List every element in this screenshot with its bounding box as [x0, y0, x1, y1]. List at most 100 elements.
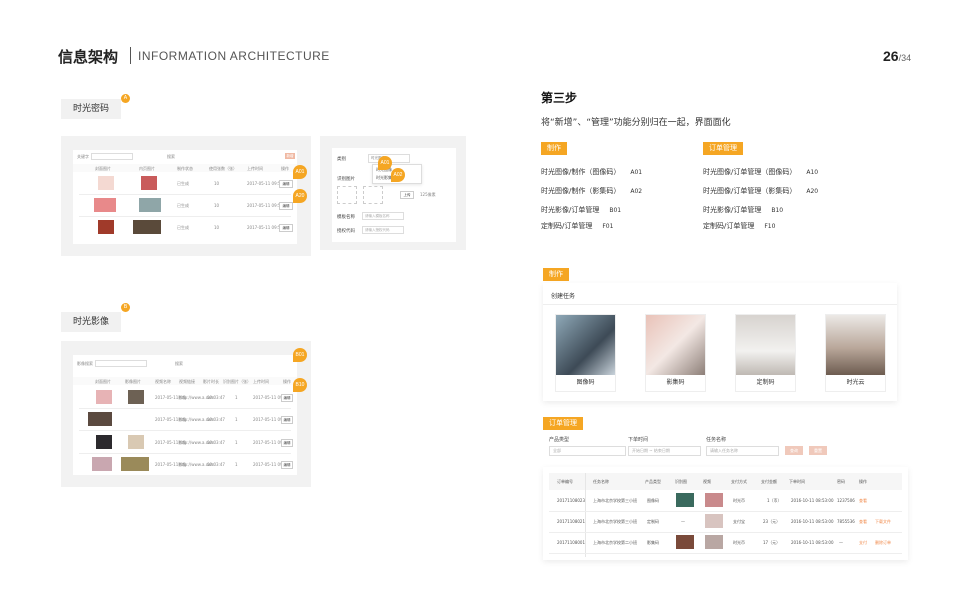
time-image-panel: 影像搜索 搜索 封面图片 影像图片 视频名称 视频链接 影片时长 识别图片（张）…: [61, 341, 311, 487]
create-album-code-option[interactable]: 影集码: [645, 314, 706, 392]
order-filter-bar: 产品类型 全部 下单时间 开始日期 ~ 结束日期 任务名称 请输入任务名称 查询…: [543, 432, 897, 458]
upload-button[interactable]: 上传: [400, 191, 414, 199]
pay-link[interactable]: 支付: [859, 540, 867, 546]
image-thumb: [121, 457, 149, 471]
dropdown-option[interactable]: 时光影集: [376, 175, 392, 181]
step-title: 第三步: [541, 91, 578, 105]
tag-order-manage: 订单管理: [703, 142, 743, 155]
search-button[interactable]: 搜索: [175, 361, 183, 367]
cover-thumb: [98, 176, 114, 190]
custom-code-illustration: [736, 315, 795, 375]
marker-a20: A20: [293, 189, 307, 203]
page-title: 信息架构: [58, 48, 119, 66]
cover-thumb: [96, 390, 112, 404]
step-description: 将“新增”、“管理”功能分别归在一起，界面面化: [541, 118, 731, 128]
tag-order-manage: 订单管理: [543, 417, 583, 430]
edit-button[interactable]: 编辑: [281, 461, 293, 469]
mapping-item: 时光图像/订单管理（影集码） A20: [703, 187, 819, 195]
edit-button[interactable]: 编辑: [281, 394, 293, 402]
recognition-thumb: [676, 535, 694, 549]
marker-a02: A02: [391, 168, 405, 182]
edit-button[interactable]: 编辑: [279, 224, 293, 232]
inner-thumb: [133, 220, 161, 234]
edit-button[interactable]: 编辑: [279, 180, 293, 188]
mapping-item: 定制码/订单管理 F10: [703, 222, 776, 230]
cover-thumb: [88, 412, 112, 426]
section-marker-a: A: [121, 94, 130, 103]
mapping-item: 时光影像/订单管理 B01: [541, 206, 622, 214]
cover-thumb: [96, 435, 112, 449]
reset-button[interactable]: 重置: [809, 446, 827, 455]
section-marker-b: B: [121, 303, 130, 312]
filter-label: 产品类型: [549, 437, 570, 443]
table-row: 20171108001 上海市北京学校第二小班 影集码 时光币 17（元） 20…: [549, 532, 902, 554]
option-label: 定制码: [756, 379, 775, 386]
tag-make: 制作: [543, 268, 569, 281]
video-thumb: [705, 493, 723, 507]
table-header: 订单编号 任务名称 产品类型 识别图 视频 支付方式 支付金额 下单时间 密码 …: [549, 473, 902, 490]
table-row: 20171108021 上海市北京学校第三小班 定制码 — 支付宝 23（元） …: [549, 511, 902, 533]
option-label: 影集码: [666, 379, 685, 386]
edit-button[interactable]: 编辑: [279, 202, 293, 210]
mapping-item: 时光图像/制作（影集码） A02: [541, 187, 643, 195]
auth-code-input[interactable]: 请输入授权代码: [362, 226, 404, 234]
divider: [543, 304, 897, 305]
create-form-card: 类别 时光图像 时光图像 时光影集 识别图片 上传 125像素 模板名称 请输入…: [332, 148, 456, 242]
search-input[interactable]: [91, 153, 133, 160]
create-image-code-option[interactable]: 图像码: [555, 314, 616, 392]
time-cloud-illustration: [826, 315, 885, 375]
create-form-panel: 类别 时光图像 时光图像 时光影集 识别图片 上传 125像素 模板名称 请输入…: [320, 136, 466, 250]
download-file-link[interactable]: 下载文件: [875, 519, 891, 525]
search-input[interactable]: [95, 360, 147, 367]
search-button[interactable]: 查询: [785, 446, 803, 455]
table-header: 封面图片 内页图片 制作状态 使用张数（张） 上传时间 操作: [73, 164, 297, 172]
filter-label: 任务名称: [706, 437, 727, 443]
search-label: 关键字: [77, 154, 89, 159]
cover-thumb: [94, 198, 116, 212]
task-name-input[interactable]: 请输入任务名称: [706, 446, 779, 456]
video-thumb: [705, 535, 723, 549]
create-task-title: 创建任务: [551, 293, 576, 300]
create-time-cloud-option[interactable]: 时光云: [825, 314, 886, 392]
upload-box[interactable]: [363, 186, 383, 204]
cover-thumb: [92, 457, 112, 471]
mapping-item: 时光图像/制作（图像码） A01: [541, 168, 643, 176]
mapping-item: 定制码/订单管理 F01: [541, 222, 614, 230]
edit-button[interactable]: 编辑: [281, 439, 293, 447]
recognition-thumb: [676, 493, 694, 507]
page-number: 26/34: [883, 48, 912, 64]
table-header: 封面图片 影像图片 视频名称 视频链接 影片时长 识别图片（张） 上传时间 操作: [73, 377, 297, 385]
filter-label: 下单时间: [628, 437, 649, 443]
order-date-range[interactable]: 开始日期 ~ 结束日期: [628, 446, 701, 456]
tag-make: 制作: [541, 142, 567, 155]
add-button[interactable]: 新增: [285, 153, 295, 159]
upload-box[interactable]: [337, 186, 357, 204]
create-custom-code-option[interactable]: 定制码: [735, 314, 796, 392]
image-code-illustration: [556, 315, 615, 375]
mapping-item: 时光图像/订单管理（图像码） A10: [703, 168, 819, 176]
view-link[interactable]: 查看: [859, 498, 867, 504]
product-type-select[interactable]: 全部: [549, 446, 626, 456]
time-code-list-card: 关键字 搜索 新增 封面图片 内页图片 制作状态 使用张数（张） 上传时间 操作…: [73, 150, 297, 244]
title-divider: [130, 47, 131, 64]
section-tab-time-code: 时光密码: [61, 99, 122, 119]
option-label: 时光云: [846, 379, 865, 386]
time-code-panel: 关键字 搜索 新增 封面图片 内页图片 制作状态 使用张数（张） 上传时间 操作…: [61, 136, 311, 256]
page-subtitle: INFORMATION ARCHITECTURE: [138, 49, 330, 63]
search-button[interactable]: 搜索: [167, 154, 175, 160]
edit-button[interactable]: 编辑: [281, 416, 293, 424]
cover-thumb: [98, 220, 114, 234]
time-image-list-card: 影像搜索 搜索 封面图片 影像图片 视频名称 视频链接 影片时长 识别图片（张）…: [73, 355, 297, 475]
delete-order-link[interactable]: 删除订单: [875, 540, 891, 546]
create-task-card: 创建任务 图像码 影集码 定制码 时光云: [543, 283, 897, 401]
view-link[interactable]: 查看: [859, 519, 867, 525]
section-tab-time-image: 时光影像: [61, 312, 122, 332]
album-code-illustration: [646, 315, 705, 375]
template-name-input[interactable]: 请输入模板名称: [362, 212, 404, 220]
option-label: 图像码: [576, 379, 595, 386]
marker-b01: B01: [293, 348, 307, 362]
marker-a01: A01: [293, 165, 307, 179]
marker-a01: A01: [378, 156, 392, 170]
table-row: 20171108023 上海市北京学校第三小班 图像码 时光币 1（币） 201…: [549, 490, 902, 512]
inner-thumb: [141, 176, 157, 190]
